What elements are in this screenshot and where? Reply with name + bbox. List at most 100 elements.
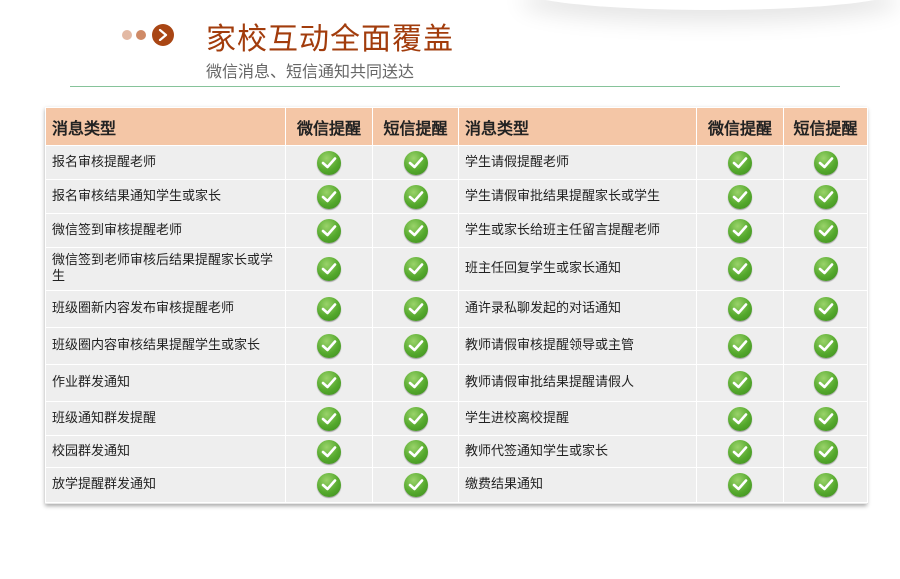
check-circle-icon: [728, 439, 752, 464]
table-row: 报名审核提醒老师 学生请假提醒老师: [45, 145, 868, 180]
check-circle-icon: [813, 334, 838, 358]
wechat-check-cell: [285, 364, 373, 402]
table-row: 班级通知群发提醒 学生进校离校提醒: [45, 401, 868, 436]
table-row: 校园群发通知 教师代签通知学生或家长: [45, 435, 868, 468]
message-type-cell: 学生或家长给班主任留言提醒老师: [458, 213, 697, 248]
check-circle-icon: [317, 439, 341, 464]
table-row: 班级圈内容审核结果提醒学生或家长 教师请假审核提醒领导或主管: [45, 327, 868, 365]
wechat-check-cell: [696, 435, 784, 468]
check-circle-icon: [317, 218, 341, 243]
check-circle-icon: [317, 473, 341, 497]
column-header-message-type: 消息类型: [458, 107, 697, 146]
table-row: 报名审核结果通知学生或家长 学生请假审批结果提醒家长或学生: [45, 179, 868, 214]
check-circle-icon: [317, 334, 341, 358]
message-type-cell: 教师请假审核提醒领导或主管: [458, 327, 697, 365]
notification-table: 消息类型 微信提醒 短信提醒 消息类型 微信提醒 短信提醒 报名审核提醒老师 学生…: [45, 107, 868, 503]
sms-check-cell: [372, 247, 459, 291]
check-circle-icon: [403, 184, 428, 209]
message-type-cell: 微信签到老师审核后结果提醒家长或学生: [45, 247, 286, 291]
check-circle-icon: [403, 218, 428, 243]
bullet-decoration: [122, 24, 174, 46]
message-type-cell: 班级通知群发提醒: [45, 401, 286, 436]
message-type-cell: 缴费结果通知: [458, 467, 697, 503]
message-type-cell: 校园群发通知: [45, 435, 286, 468]
sms-check-cell: [783, 401, 868, 436]
message-type-cell: 学生进校离校提醒: [458, 401, 697, 436]
check-circle-icon: [403, 150, 428, 175]
wechat-check-cell: [696, 247, 784, 291]
check-circle-icon: [317, 150, 341, 175]
table-row: 微信签到审核提醒老师 学生或家长给班主任留言提醒老师: [45, 213, 868, 248]
check-circle-icon: [317, 257, 341, 281]
check-circle-icon: [813, 218, 838, 243]
sms-check-cell: [372, 401, 459, 436]
check-circle-icon: [813, 473, 838, 497]
check-circle-icon: [813, 184, 838, 209]
check-circle-icon: [728, 257, 752, 281]
check-circle-icon: [813, 150, 838, 175]
table-header-row: 消息类型 微信提醒 短信提醒 消息类型 微信提醒 短信提醒: [45, 107, 868, 146]
sms-check-cell: [783, 467, 868, 503]
check-circle-icon: [728, 371, 752, 395]
wechat-check-cell: [285, 247, 373, 291]
sms-check-cell: [783, 364, 868, 402]
check-circle-icon: [728, 184, 752, 209]
sms-check-cell: [372, 327, 459, 365]
check-circle-icon: [403, 257, 428, 281]
message-type-cell: 班级圈内容审核结果提醒学生或家长: [45, 327, 286, 365]
sms-check-cell: [783, 179, 868, 214]
check-circle-icon: [403, 406, 428, 431]
table-row: 微信签到老师审核后结果提醒家长或学生 班主任回复学生或家长通知: [45, 247, 868, 291]
sms-check-cell: [783, 327, 868, 365]
wechat-check-cell: [696, 179, 784, 214]
divider: [70, 86, 840, 87]
wechat-check-cell: [696, 213, 784, 248]
sms-check-cell: [783, 290, 868, 328]
column-header-sms: 短信提醒: [372, 107, 459, 146]
chevron-right-icon: [152, 24, 174, 46]
column-header-wechat: 微信提醒: [285, 107, 373, 146]
check-circle-icon: [813, 297, 838, 321]
check-circle-icon: [813, 406, 838, 431]
wechat-check-cell: [696, 401, 784, 436]
check-circle-icon: [813, 257, 838, 281]
header: 家校互动全面覆盖 微信消息、短信通知共同送达: [0, 0, 900, 90]
column-header-sms: 短信提醒: [783, 107, 868, 146]
check-circle-icon: [317, 371, 341, 395]
sms-check-cell: [783, 145, 868, 180]
check-circle-icon: [813, 371, 838, 395]
wechat-check-cell: [696, 145, 784, 180]
page-title: 家校互动全面覆盖: [206, 22, 454, 57]
dot-light-icon: [122, 30, 132, 40]
check-circle-icon: [403, 297, 428, 321]
sms-check-cell: [783, 435, 868, 468]
sms-check-cell: [372, 435, 459, 468]
check-circle-icon: [813, 439, 838, 464]
check-circle-icon: [403, 371, 428, 395]
message-type-cell: 班主任回复学生或家长通知: [458, 247, 697, 291]
table-row: 放学提醒群发通知 缴费结果通知: [45, 467, 868, 503]
wechat-check-cell: [285, 467, 373, 503]
message-type-cell: 微信签到审核提醒老师: [45, 213, 286, 248]
sms-check-cell: [783, 213, 868, 248]
wechat-check-cell: [285, 179, 373, 214]
message-type-cell: 教师请假审批结果提醒请假人: [458, 364, 697, 402]
check-circle-icon: [728, 297, 752, 321]
message-type-cell: 班级圈新内容发布审核提醒老师: [45, 290, 286, 328]
table-row: 作业群发通知 教师请假审批结果提醒请假人: [45, 364, 868, 402]
dot-medium-icon: [136, 30, 146, 40]
check-circle-icon: [403, 473, 428, 497]
check-circle-icon: [317, 184, 341, 209]
sms-check-cell: [372, 179, 459, 214]
sms-check-cell: [372, 290, 459, 328]
wechat-check-cell: [285, 145, 373, 180]
wechat-check-cell: [696, 364, 784, 402]
message-type-cell: 报名审核结果通知学生或家长: [45, 179, 286, 214]
page-subtitle: 微信消息、短信通知共同送达: [206, 62, 415, 81]
wechat-check-cell: [696, 467, 784, 503]
message-type-cell: 放学提醒群发通知: [45, 467, 286, 503]
check-circle-icon: [728, 150, 752, 175]
wechat-check-cell: [285, 327, 373, 365]
check-circle-icon: [317, 297, 341, 321]
notification-table-container: 消息类型 微信提醒 短信提醒 消息类型 微信提醒 短信提醒 报名审核提醒老师 学生…: [45, 107, 868, 504]
